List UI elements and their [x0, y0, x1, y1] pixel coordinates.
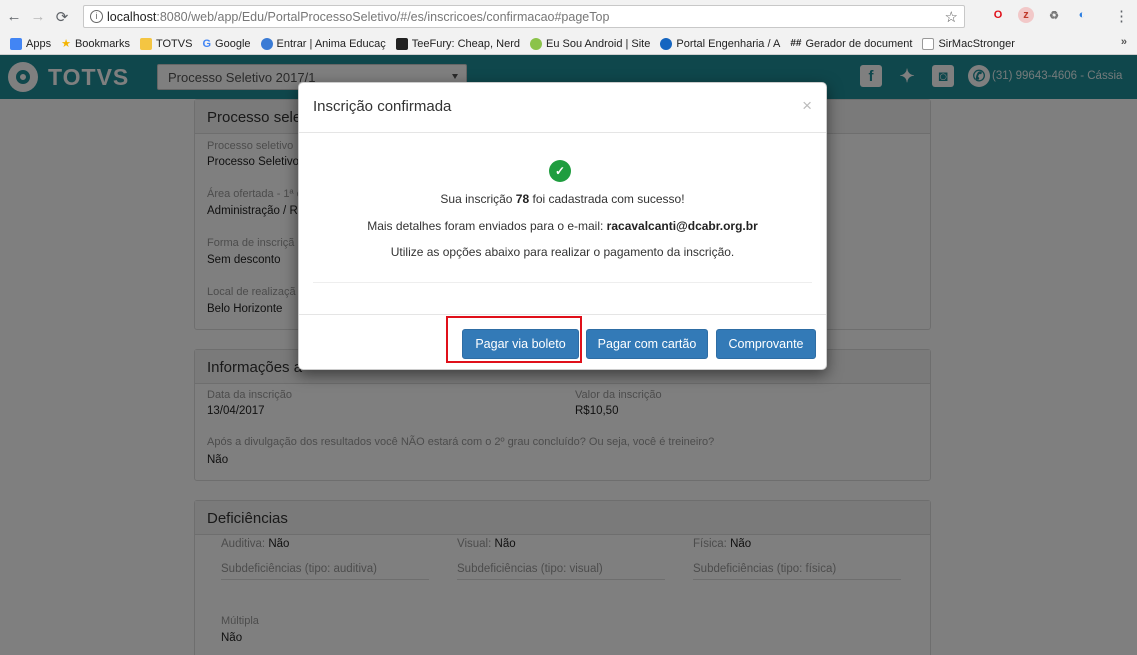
- menu-icon[interactable]: ⋮: [1114, 7, 1129, 25]
- bookmark-item[interactable]: TeeFury: Cheap, Nerd: [395, 37, 520, 50]
- site-icon: [660, 37, 673, 50]
- star-icon: ★: [61, 38, 71, 50]
- bookmark-label: Eu Sou Android | Site: [545, 37, 651, 50]
- bookmark-label: Apps: [26, 37, 52, 50]
- back-icon[interactable]: ←: [4, 7, 24, 27]
- bookmark-label: TeeFury: Cheap, Nerd: [411, 37, 520, 50]
- bookmark-item[interactable]: Entrar | Anima Educaç: [260, 37, 386, 50]
- bookmark-item[interactable]: G Google: [202, 38, 250, 50]
- email-message: Mais detalhes foram enviados para o e-ma…: [299, 219, 826, 233]
- opera-icon[interactable]: O: [990, 7, 1006, 23]
- bookmark-label: TOTVS: [155, 37, 193, 50]
- browser-toolbar: ← → ⟳ i localhost:8080/web/app/Edu/Porta…: [0, 0, 1137, 33]
- zotero-icon[interactable]: z: [1018, 7, 1034, 23]
- msg-text: Sua inscrição: [440, 192, 516, 206]
- registration-number: 78: [515, 192, 530, 206]
- google-icon: G: [202, 37, 212, 50]
- apps-icon: [10, 37, 22, 50]
- forward-icon[interactable]: →: [28, 7, 48, 27]
- android-icon: [529, 37, 542, 50]
- bookmark-item[interactable]: Portal Engenharia / A: [660, 37, 781, 50]
- success-message: Sua inscrição 78 foi cadastrada com suce…: [299, 192, 826, 206]
- reload-icon[interactable]: ⟳: [52, 7, 72, 27]
- modal-header: Inscrição confirmada ×: [299, 83, 826, 133]
- bookmark-label: Google: [215, 37, 251, 50]
- url-host: localhost: [107, 9, 157, 24]
- bookmark-item[interactable]: Apps: [10, 37, 52, 50]
- address-bar[interactable]: i localhost:8080/web/app/Edu/PortalProce…: [83, 5, 965, 28]
- extension-icon[interactable]: ◐: [1074, 7, 1090, 23]
- highlight-box: [446, 316, 582, 363]
- bookmark-label: Gerador de document: [805, 37, 913, 50]
- msg-text: Mais detalhes foram enviados para o e-ma…: [367, 219, 607, 233]
- page-icon: [922, 37, 935, 50]
- bookmark-item[interactable]: TOTVS: [139, 37, 193, 50]
- more-bookmarks-icon[interactable]: »: [1121, 36, 1127, 48]
- pay-card-button[interactable]: Pagar com cartão: [586, 329, 708, 359]
- email-address: racavalcanti@dcabr.org.br: [606, 219, 758, 233]
- msg-text: foi cadastrada com sucesso!: [529, 192, 685, 206]
- divider: [313, 282, 812, 283]
- bookmark-item[interactable]: ★ Bookmarks: [61, 37, 130, 51]
- info-icon[interactable]: i: [90, 10, 103, 23]
- check-icon: ✓: [549, 160, 571, 182]
- bookmark-item[interactable]: ## Gerador de document: [790, 38, 912, 50]
- site-icon: [395, 37, 408, 50]
- bookmark-item[interactable]: SirMacStronger: [922, 37, 1015, 50]
- folder-icon: [139, 37, 152, 50]
- receipt-button[interactable]: Comprovante: [716, 329, 816, 359]
- bookmark-label: SirMacStronger: [938, 37, 1015, 50]
- bookmark-label: Bookmarks: [74, 37, 130, 50]
- close-icon[interactable]: ×: [802, 96, 812, 116]
- star-icon[interactable]: ☆: [945, 8, 958, 26]
- site-icon: [260, 37, 273, 50]
- payment-instructions: Utilize as opções abaixo para realizar o…: [390, 245, 735, 259]
- modal-title: Inscrição confirmada: [313, 98, 452, 115]
- recycle-icon[interactable]: ♻: [1046, 7, 1062, 23]
- bookmark-label: Portal Engenharia / A: [676, 37, 781, 50]
- extensions: O z ♻ ◐: [990, 7, 1090, 23]
- hash-icon: ##: [790, 38, 802, 49]
- bookmark-item[interactable]: Eu Sou Android | Site: [529, 37, 651, 50]
- bookmarks-bar: Apps ★ Bookmarks TOTVS G Google Entrar | A…: [0, 33, 1137, 55]
- bookmark-label: Entrar | Anima Educaç: [276, 37, 386, 50]
- modal-body: ✓ Sua inscrição 78 foi cadastrada com su…: [299, 133, 826, 315]
- url-path: :8080/web/app/Edu/PortalProcessoSeletivo…: [156, 9, 610, 24]
